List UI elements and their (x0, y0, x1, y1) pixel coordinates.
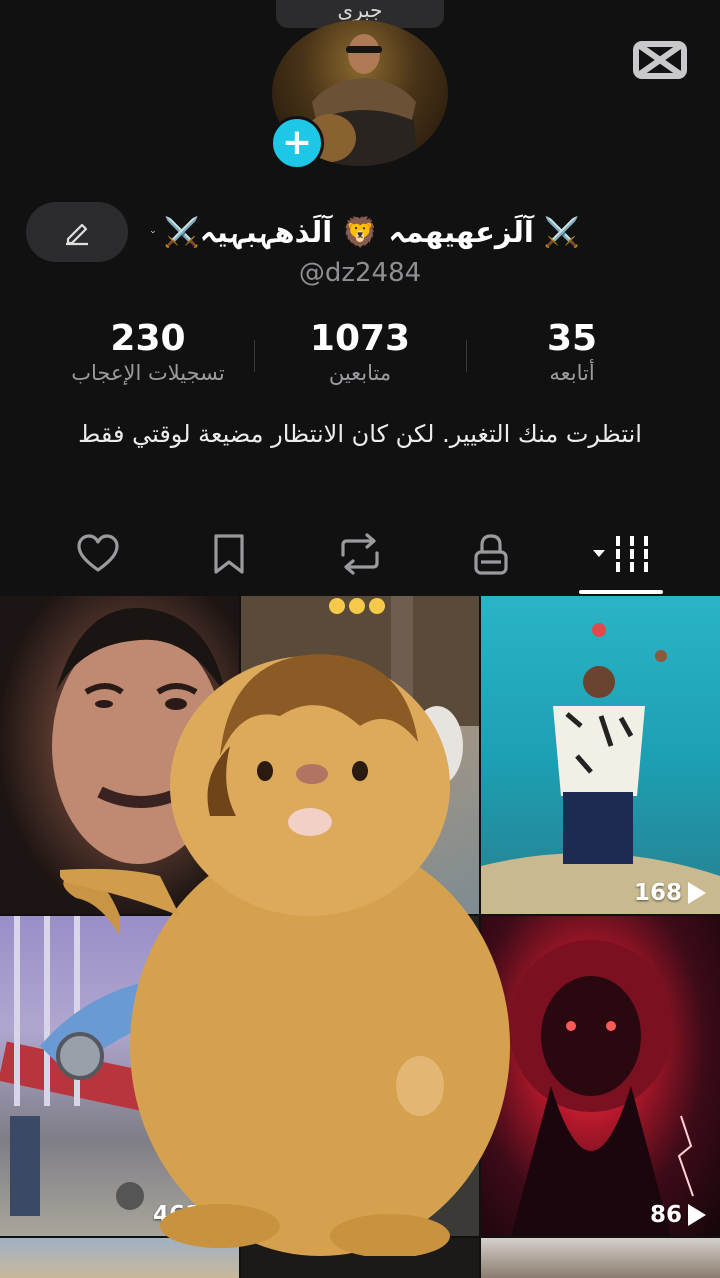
followers-count: 1073 (309, 318, 411, 359)
display-name: ⚔️آلَزعهيهمہ 🦁 آلَذهہبہيہ ⚔️ (163, 214, 580, 249)
profile-bio: انتظرت منك التغيير. لكن كان الانتظار مضي… (78, 420, 642, 448)
followers-label: متابعين (328, 361, 392, 385)
stat-divider (254, 340, 255, 372)
lock-icon (474, 534, 508, 575)
capcut-icon[interactable] (632, 36, 688, 84)
top-pill-label: جبرى (337, 0, 383, 22)
tab-videos[interactable] (582, 526, 662, 582)
profile-tabs (0, 526, 720, 596)
video-view-count: 86 (650, 1202, 706, 1228)
stat-followers[interactable]: 1073 متابعين (290, 318, 430, 385)
stat-following[interactable]: 35 أتابعه (506, 318, 638, 385)
chevron-down-icon[interactable] (150, 218, 156, 246)
following-label: أتابعه (549, 361, 595, 385)
add-story-button[interactable]: + (270, 116, 324, 170)
likes-label: تسجيلات الإعجاب (71, 361, 225, 385)
active-tab-indicator (579, 590, 663, 594)
tab-reposts[interactable] (328, 526, 392, 582)
hamster-sticker (60, 654, 510, 1256)
play-icon (688, 882, 706, 904)
likes-count: 230 (110, 318, 186, 359)
repost-icon (341, 533, 379, 575)
stat-likes[interactable]: 230 تسجيلات الإعجاب (52, 318, 244, 385)
video-view-count: 168 (634, 880, 706, 906)
play-icon (688, 1204, 706, 1226)
tab-private[interactable] (459, 526, 523, 582)
following-count: 35 (546, 318, 598, 359)
view-count-text: 168 (633, 880, 682, 906)
username: @dz2484 (298, 258, 422, 288)
bookmark-icon (214, 534, 244, 574)
view-count-text: 86 (649, 1202, 682, 1228)
heart-icon (77, 534, 119, 572)
tab-liked[interactable] (66, 526, 130, 582)
tab-favorites[interactable] (197, 526, 261, 582)
edit-profile-button[interactable] (26, 202, 128, 262)
profile-name-row[interactable]: ⚔️آلَزعهيهمہ 🦁 آلَذهہبہيہ ⚔️ (150, 206, 580, 258)
stat-divider (466, 340, 467, 372)
pencil-icon (66, 223, 88, 246)
videos-grid-icon (593, 536, 648, 572)
